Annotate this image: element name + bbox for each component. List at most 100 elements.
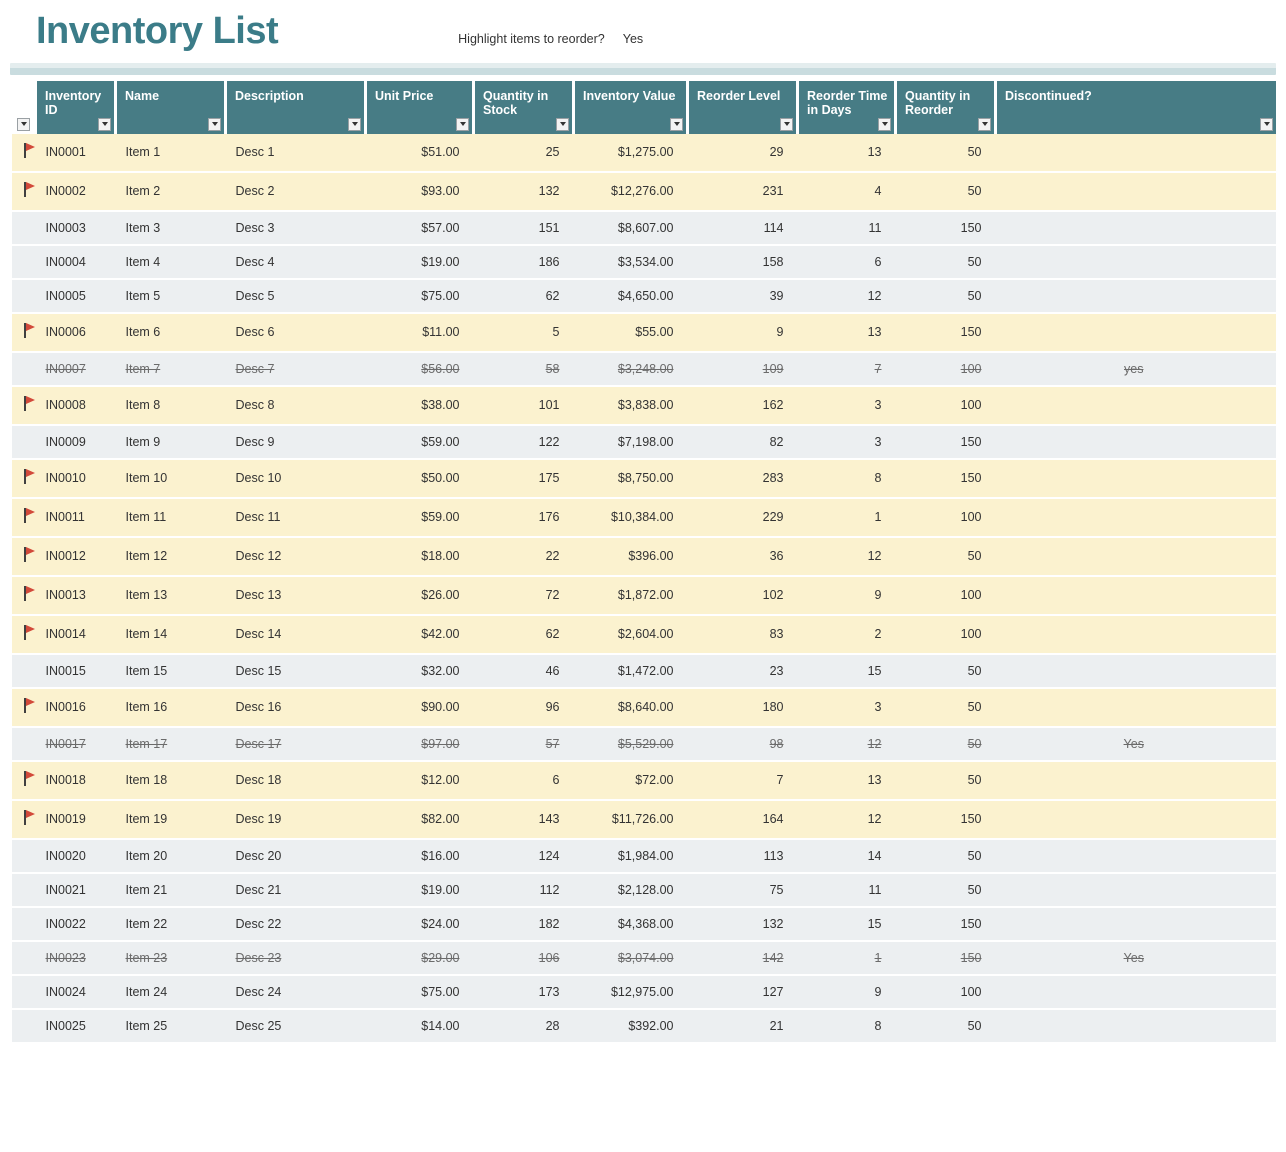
filter-dropdown-icon[interactable]: [17, 118, 30, 131]
cell-discontinued[interactable]: [996, 907, 1277, 941]
cell-desc[interactable]: Desc 19: [226, 800, 366, 839]
filter-dropdown-icon[interactable]: [670, 118, 683, 131]
table-row[interactable]: IN0024Item 24Desc 24$75.00173$12,975.001…: [12, 975, 1277, 1009]
cell-reorder-level[interactable]: 7: [688, 761, 798, 800]
cell-stock[interactable]: 58: [474, 352, 574, 386]
cell-qty-reorder[interactable]: 50: [896, 279, 996, 313]
table-row[interactable]: IN0015Item 15Desc 15$32.0046$1,472.00231…: [12, 654, 1277, 688]
header-flag[interactable]: [12, 81, 36, 134]
cell-qty-reorder[interactable]: 50: [896, 654, 996, 688]
cell-price[interactable]: $38.00: [366, 386, 474, 425]
cell-name[interactable]: Item 21: [116, 873, 226, 907]
cell-qty-reorder[interactable]: 50: [896, 761, 996, 800]
cell-value[interactable]: $8,640.00: [574, 688, 688, 727]
cell-stock[interactable]: 173: [474, 975, 574, 1009]
table-row[interactable]: IN0021Item 21Desc 21$19.00112$2,128.0075…: [12, 873, 1277, 907]
cell-discontinued[interactable]: [996, 761, 1277, 800]
cell-price[interactable]: $18.00: [366, 537, 474, 576]
cell-discontinued[interactable]: [996, 313, 1277, 352]
cell-desc[interactable]: Desc 22: [226, 907, 366, 941]
cell-value[interactable]: $1,984.00: [574, 839, 688, 873]
cell-qty-reorder[interactable]: 50: [896, 172, 996, 211]
cell-id[interactable]: IN0024: [36, 975, 116, 1009]
cell-reorder-time[interactable]: 1: [798, 498, 896, 537]
filter-dropdown-icon[interactable]: [98, 118, 111, 131]
cell-discontinued[interactable]: [996, 459, 1277, 498]
cell-name[interactable]: Item 6: [116, 313, 226, 352]
cell-qty-reorder[interactable]: 100: [896, 615, 996, 654]
cell-reorder-level[interactable]: 29: [688, 134, 798, 172]
cell-value[interactable]: $4,368.00: [574, 907, 688, 941]
cell-stock[interactable]: 6: [474, 761, 574, 800]
cell-reorder-level[interactable]: 180: [688, 688, 798, 727]
table-row[interactable]: IN0008Item 8Desc 8$38.00101$3,838.001623…: [12, 386, 1277, 425]
highlight-value[interactable]: Yes: [623, 32, 643, 46]
cell-stock[interactable]: 182: [474, 907, 574, 941]
cell-name[interactable]: Item 10: [116, 459, 226, 498]
cell-stock[interactable]: 106: [474, 941, 574, 975]
cell-name[interactable]: Item 5: [116, 279, 226, 313]
cell-price[interactable]: $75.00: [366, 975, 474, 1009]
cell-name[interactable]: Item 13: [116, 576, 226, 615]
cell-name[interactable]: Item 2: [116, 172, 226, 211]
cell-discontinued[interactable]: [996, 615, 1277, 654]
table-row[interactable]: IN0020Item 20Desc 20$16.00124$1,984.0011…: [12, 839, 1277, 873]
cell-discontinued[interactable]: [996, 688, 1277, 727]
cell-price[interactable]: $51.00: [366, 134, 474, 172]
cell-id[interactable]: IN0013: [36, 576, 116, 615]
cell-name[interactable]: Item 8: [116, 386, 226, 425]
cell-reorder-level[interactable]: 109: [688, 352, 798, 386]
cell-stock[interactable]: 132: [474, 172, 574, 211]
cell-name[interactable]: Item 15: [116, 654, 226, 688]
cell-value[interactable]: $10,384.00: [574, 498, 688, 537]
cell-reorder-time[interactable]: 13: [798, 313, 896, 352]
table-row[interactable]: IN0010Item 10Desc 10$50.00175$8,750.0028…: [12, 459, 1277, 498]
cell-name[interactable]: Item 3: [116, 211, 226, 245]
cell-qty-reorder[interactable]: 100: [896, 352, 996, 386]
cell-desc[interactable]: Desc 21: [226, 873, 366, 907]
cell-value[interactable]: $1,275.00: [574, 134, 688, 172]
cell-qty-reorder[interactable]: 100: [896, 498, 996, 537]
filter-dropdown-icon[interactable]: [456, 118, 469, 131]
table-row[interactable]: IN0025Item 25Desc 25$14.0028$392.0021850: [12, 1009, 1277, 1043]
cell-discontinued[interactable]: Yes: [996, 941, 1277, 975]
cell-stock[interactable]: 5: [474, 313, 574, 352]
table-row[interactable]: IN0018Item 18Desc 18$12.006$72.0071350: [12, 761, 1277, 800]
table-row[interactable]: IN0013Item 13Desc 13$26.0072$1,872.00102…: [12, 576, 1277, 615]
cell-id[interactable]: IN0019: [36, 800, 116, 839]
cell-stock[interactable]: 122: [474, 425, 574, 459]
cell-reorder-time[interactable]: 12: [798, 537, 896, 576]
cell-price[interactable]: $75.00: [366, 279, 474, 313]
cell-name[interactable]: Item 19: [116, 800, 226, 839]
cell-price[interactable]: $29.00: [366, 941, 474, 975]
cell-discontinued[interactable]: [996, 800, 1277, 839]
cell-stock[interactable]: 22: [474, 537, 574, 576]
cell-value[interactable]: $12,975.00: [574, 975, 688, 1009]
cell-price[interactable]: $97.00: [366, 727, 474, 761]
cell-reorder-level[interactable]: 158: [688, 245, 798, 279]
cell-reorder-level[interactable]: 39: [688, 279, 798, 313]
filter-dropdown-icon[interactable]: [878, 118, 891, 131]
header-inventory-value[interactable]: Inventory Value: [574, 81, 688, 134]
cell-name[interactable]: Item 14: [116, 615, 226, 654]
table-row[interactable]: IN0023Item 23Desc 23$29.00106$3,074.0014…: [12, 941, 1277, 975]
cell-stock[interactable]: 186: [474, 245, 574, 279]
cell-stock[interactable]: 175: [474, 459, 574, 498]
cell-name[interactable]: Item 7: [116, 352, 226, 386]
cell-name[interactable]: Item 9: [116, 425, 226, 459]
filter-dropdown-icon[interactable]: [556, 118, 569, 131]
table-row[interactable]: IN0022Item 22Desc 22$24.00182$4,368.0013…: [12, 907, 1277, 941]
cell-reorder-level[interactable]: 127: [688, 975, 798, 1009]
filter-dropdown-icon[interactable]: [1260, 118, 1273, 131]
cell-stock[interactable]: 112: [474, 873, 574, 907]
cell-price[interactable]: $93.00: [366, 172, 474, 211]
cell-stock[interactable]: 72: [474, 576, 574, 615]
cell-desc[interactable]: Desc 15: [226, 654, 366, 688]
cell-discontinued[interactable]: [996, 279, 1277, 313]
cell-qty-reorder[interactable]: 50: [896, 688, 996, 727]
cell-desc[interactable]: Desc 13: [226, 576, 366, 615]
cell-reorder-time[interactable]: 3: [798, 386, 896, 425]
cell-value[interactable]: $396.00: [574, 537, 688, 576]
header-qty-reorder[interactable]: Quantity in Reorder: [896, 81, 996, 134]
header-reorder-level[interactable]: Reorder Level: [688, 81, 798, 134]
